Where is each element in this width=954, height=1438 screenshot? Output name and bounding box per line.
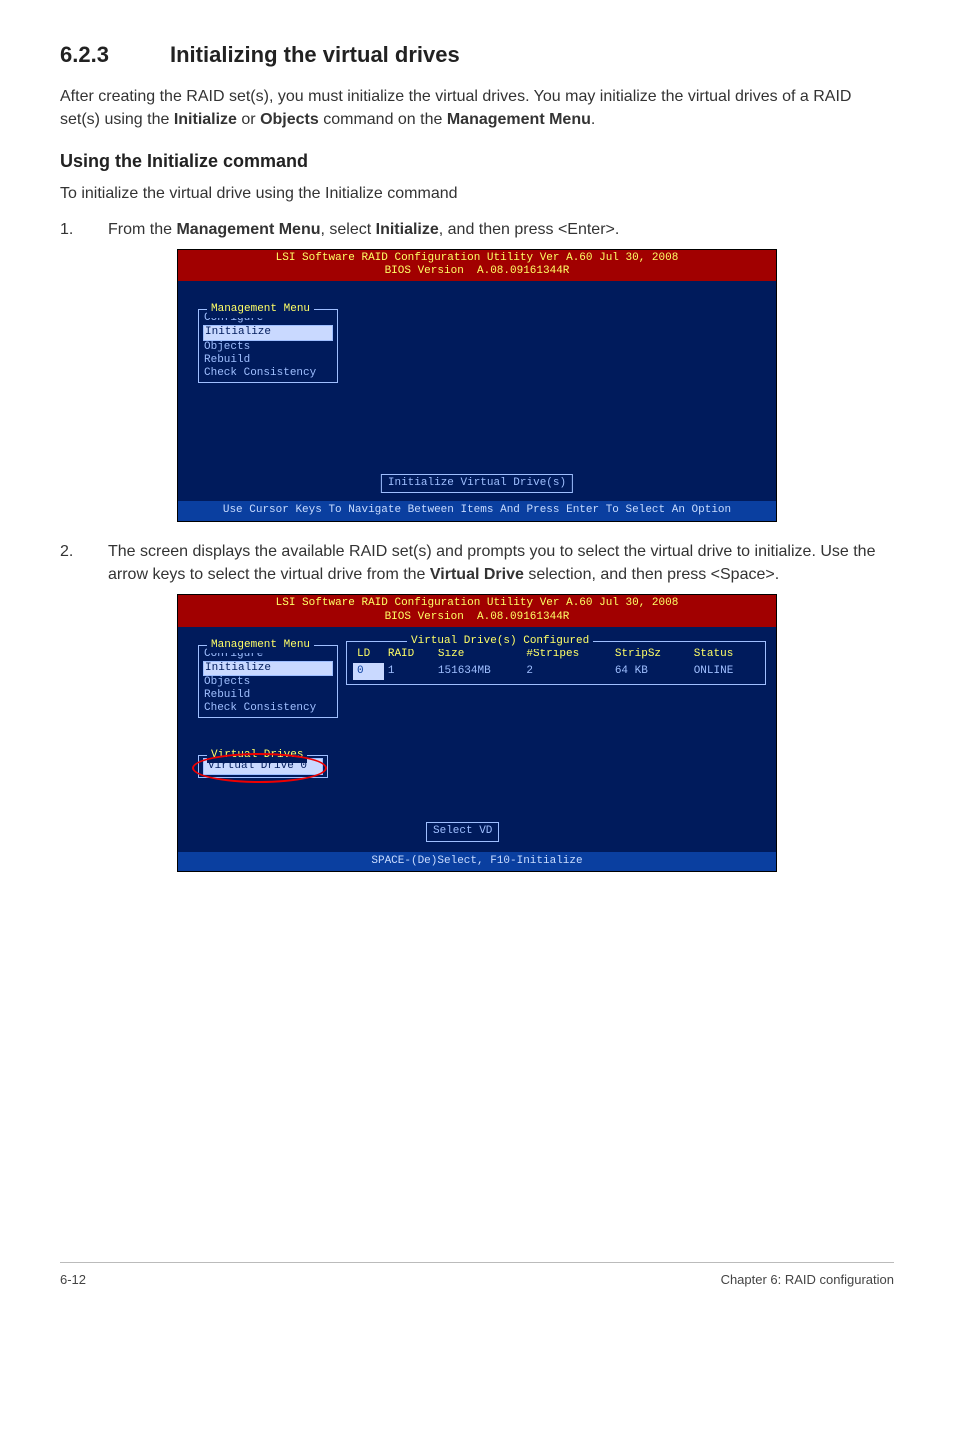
chapter-title-footer: Chapter 6: RAID configuration bbox=[721, 1271, 894, 1289]
intro-paragraph: After creating the RAID set(s), you must… bbox=[60, 85, 894, 131]
management-menu-title-2: Management Menu bbox=[207, 638, 314, 653]
virtual-drives-table-title: Virtual Drive(s) Configured bbox=[407, 634, 593, 649]
cell-status: ONLINE bbox=[690, 663, 759, 680]
step-1: 1. From the Management Menu, select Init… bbox=[60, 218, 894, 241]
bios-screenshot-1: LSI Software RAID Configuration Utility … bbox=[177, 249, 777, 522]
cell-size: 151634MB bbox=[434, 663, 522, 680]
management-menu-title: Management Menu bbox=[207, 302, 314, 317]
col-status: Status bbox=[690, 646, 759, 663]
bios2-header: LSI Software RAID Configuration Utility … bbox=[178, 595, 776, 627]
section-title: Initializing the virtual drives bbox=[170, 42, 460, 67]
management-menu-box: Management Menu Configure Initialize Obj… bbox=[198, 309, 338, 383]
table-row[interactable]: 0 1 151634MB 2 64 KB ONLINE bbox=[353, 663, 759, 680]
virtual-drives-box: Virtual Drives Virtual Drive 0 bbox=[198, 755, 328, 778]
menu-item-rebuild[interactable]: Rebuild bbox=[203, 354, 333, 367]
subintro: To initialize the virtual drive using th… bbox=[60, 182, 894, 205]
section-number: 6.2.3 bbox=[60, 40, 170, 71]
menu-item-initialize[interactable]: Initialize bbox=[203, 325, 333, 340]
bios1-header: LSI Software RAID Configuration Utility … bbox=[178, 250, 776, 282]
step-2: 2. The screen displays the available RAI… bbox=[60, 540, 894, 586]
initialize-caption: Initialize Virtual Drive(s) bbox=[381, 474, 573, 493]
menu-item-check-consistency-2[interactable]: Check Consistency bbox=[203, 702, 333, 715]
col-stripsz: StripSz bbox=[611, 646, 690, 663]
bios2-footer: SPACE-(De)Select, F10-Initialize bbox=[178, 852, 776, 871]
cell-stripsz: 64 KB bbox=[611, 663, 690, 680]
cell-raid: 1 bbox=[384, 663, 434, 680]
virtual-drives-box-title: Virtual Drives bbox=[207, 748, 307, 763]
menu-item-initialize-2[interactable]: Initialize bbox=[203, 661, 333, 676]
menu-item-objects[interactable]: Objects bbox=[203, 341, 333, 354]
page-footer: 6-12 Chapter 6: RAID configuration bbox=[60, 1262, 894, 1289]
col-ld: LD bbox=[353, 646, 384, 663]
initialize-caption-box: Initialize Virtual Drive(s) bbox=[381, 474, 573, 493]
bios-screenshot-2: LSI Software RAID Configuration Utility … bbox=[177, 594, 777, 872]
menu-item-check-consistency[interactable]: Check Consistency bbox=[203, 367, 333, 380]
subheading: Using the Initialize command bbox=[60, 149, 894, 174]
select-vd-caption: Select VD bbox=[426, 822, 499, 841]
section-heading: 6.2.3Initializing the virtual drives bbox=[60, 40, 894, 71]
cell-stripes: 2 bbox=[522, 663, 610, 680]
virtual-drives-table-box: Virtual Drive(s) Configured LD RAID Size… bbox=[346, 641, 766, 686]
bios1-footer: Use Cursor Keys To Navigate Between Item… bbox=[178, 501, 776, 520]
virtual-drives-table: LD RAID Size #Stripes StripSz Status 0 1… bbox=[353, 646, 759, 681]
management-menu-box-2: Management Menu Configure Initialize Obj… bbox=[198, 645, 338, 719]
menu-item-rebuild-2[interactable]: Rebuild bbox=[203, 689, 333, 702]
cell-ld: 0 bbox=[353, 663, 384, 680]
page-number: 6-12 bbox=[60, 1271, 86, 1289]
menu-item-objects-2[interactable]: Objects bbox=[203, 676, 333, 689]
